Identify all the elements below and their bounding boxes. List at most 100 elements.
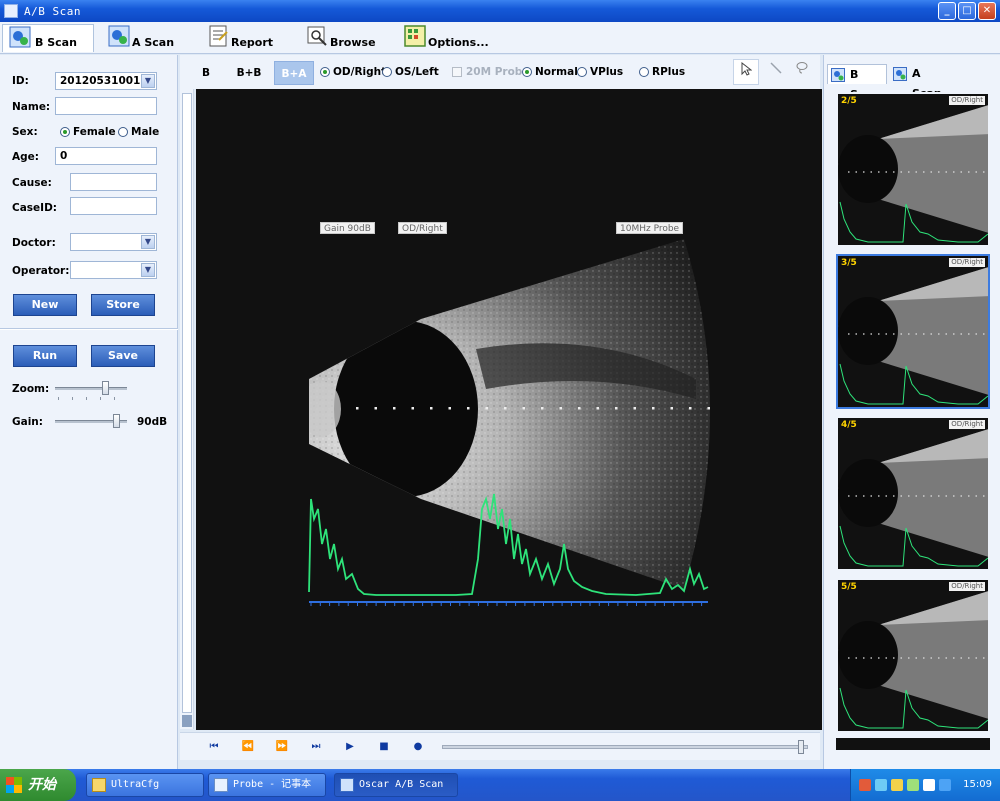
- chevron-down-icon[interactable]: ▼: [141, 263, 155, 277]
- os-left-radio[interactable]: [382, 67, 392, 77]
- sex-female-label: Female: [73, 126, 116, 138]
- play-button[interactable]: ▶: [340, 738, 360, 756]
- playback-bar: ⏮ ⏪ ⏩ ⏭ ▶ ■ ●: [180, 732, 820, 760]
- age-field[interactable]: 0: [55, 147, 157, 165]
- side-tab-a-scan[interactable]: A Scan: [890, 64, 952, 100]
- thumbnail-frame[interactable]: 5/5 OD/Right: [836, 578, 990, 733]
- operator-combo[interactable]: ▼: [70, 261, 157, 279]
- previous-frame-button[interactable]: ⏪: [238, 738, 258, 756]
- scroll-down-button[interactable]: [182, 715, 192, 727]
- tab-a-scan-label: A Scan: [132, 36, 175, 49]
- taskbar-item-ab-scan[interactable]: Oscar A/B Scan: [334, 773, 458, 797]
- browse-icon: [307, 26, 327, 46]
- close-button[interactable]: ✕: [978, 2, 996, 20]
- tray-volume-icon[interactable]: [891, 779, 903, 791]
- thumbnail-image: [838, 105, 988, 243]
- thumbnail-frame[interactable]: 4/5 OD/Right: [836, 416, 990, 571]
- report-button[interactable]: Report: [207, 24, 277, 52]
- probe-20m-checkbox[interactable]: [452, 67, 462, 77]
- name-field[interactable]: [55, 97, 157, 115]
- next-frame-button[interactable]: ⏩: [272, 738, 292, 756]
- name-label: Name:: [12, 101, 51, 113]
- last-frame-button[interactable]: ⏭: [306, 738, 326, 756]
- thumbnail-image: [838, 591, 988, 729]
- gain-value: 90dB: [137, 416, 168, 428]
- scan-viewport[interactable]: Gain 90dB OD/Right 10MHz Probe: [196, 89, 822, 730]
- a-scan-icon: [108, 25, 130, 47]
- taskbar-item-notepad[interactable]: Probe - 记事本: [208, 773, 326, 797]
- mode-b-button[interactable]: B: [194, 61, 218, 85]
- vplus-radio[interactable]: [577, 67, 587, 77]
- side-tab-b-scan[interactable]: B Scan: [827, 64, 887, 101]
- tab-a-scan[interactable]: A Scan: [108, 24, 184, 52]
- pointer-tool-button[interactable]: [733, 59, 759, 85]
- tray-update-icon[interactable]: [939, 779, 951, 791]
- save-button[interactable]: Save: [91, 345, 155, 367]
- thumbnail-image: [838, 429, 988, 567]
- record-button[interactable]: ●: [408, 738, 428, 756]
- first-frame-button[interactable]: ⏮: [204, 738, 224, 756]
- tray-info-icon[interactable]: [923, 779, 935, 791]
- options-icon: [404, 25, 426, 47]
- id-value: 20120531001: [60, 75, 141, 87]
- tray-app-icon[interactable]: [907, 779, 919, 791]
- maximize-button[interactable]: □: [958, 2, 976, 20]
- stop-button[interactable]: ■: [374, 738, 394, 756]
- mode-ba-button[interactable]: B+A: [274, 61, 314, 85]
- tab-b-scan[interactable]: B Scan: [2, 24, 94, 52]
- taskbar-item-label: Oscar A/B Scan: [359, 779, 444, 790]
- od-right-radio[interactable]: [320, 67, 330, 77]
- thumbnail-frame[interactable]: 2/5 OD/Right: [836, 92, 990, 247]
- doctor-combo[interactable]: ▼: [70, 233, 157, 251]
- thumbnail-eye-tag: OD/Right: [949, 258, 985, 267]
- report-icon: [209, 25, 228, 47]
- mode-bb-button[interactable]: B+B: [232, 61, 266, 85]
- probe-tag: 10MHz Probe: [616, 222, 684, 234]
- new-button[interactable]: New: [13, 294, 77, 316]
- app-window: A/B Scan _ □ ✕ B Scan A Scan Report Brow…: [0, 0, 1000, 801]
- lasso-tool-button[interactable]: [789, 59, 815, 85]
- thumbnail-panel: B Scan A Scan 2/5 OD/Right 3/5 OD/Right 4/5 O…: [823, 55, 1000, 769]
- options-button[interactable]: Options...: [404, 24, 489, 52]
- chevron-down-icon[interactable]: ▼: [141, 74, 155, 88]
- panel-divider: [0, 328, 178, 330]
- scan-fan: [309, 239, 710, 589]
- minimize-button[interactable]: _: [938, 2, 956, 20]
- thumbnail-eye-tag: OD/Right: [949, 96, 985, 105]
- thumbnail-frame[interactable]: 3/5 OD/Right: [836, 254, 990, 409]
- viewport-scrollbar-thumb[interactable]: [182, 93, 192, 713]
- clock: 15:09: [963, 779, 992, 790]
- browse-button[interactable]: Browse: [306, 24, 378, 52]
- taskbar-item-ultracfg[interactable]: UltraCfg: [86, 773, 204, 797]
- chevron-down-icon[interactable]: ▼: [141, 235, 155, 249]
- thumbnail-index: 2/5: [841, 96, 857, 106]
- zoom-slider-track[interactable]: [55, 387, 127, 390]
- cause-label: Cause:: [12, 177, 52, 189]
- viewport-scrollbar[interactable]: [180, 89, 194, 729]
- sex-female-radio[interactable]: [60, 127, 70, 137]
- windows-logo-icon: [6, 777, 22, 793]
- line-tool-button[interactable]: [763, 59, 789, 85]
- start-label: 开始: [28, 777, 56, 793]
- notepad-icon: [214, 778, 228, 792]
- cause-field[interactable]: [70, 173, 157, 191]
- patient-panel: ID: 20120531001 ▼ Name: Sex: Female Male…: [0, 55, 178, 769]
- store-button[interactable]: Store: [91, 294, 155, 316]
- caseid-field[interactable]: [70, 197, 157, 215]
- options-label: Options...: [428, 36, 489, 49]
- sex-male-radio[interactable]: [118, 127, 128, 137]
- report-label: Report: [231, 36, 274, 49]
- tray-network-icon[interactable]: [875, 779, 887, 791]
- probe-20m-label: 20M Prob: [466, 66, 523, 78]
- start-button[interactable]: 开始: [0, 769, 76, 801]
- playback-slider-track[interactable]: [442, 745, 808, 749]
- rplus-radio[interactable]: [639, 67, 649, 77]
- normal-label: Normal: [535, 66, 578, 78]
- tray-security-icon[interactable]: [859, 779, 871, 791]
- zoom-slider-thumb[interactable]: [102, 381, 110, 395]
- playback-slider-thumb[interactable]: [797, 740, 804, 754]
- normal-radio[interactable]: [522, 67, 532, 77]
- run-button[interactable]: Run: [13, 345, 77, 367]
- gain-slider-thumb[interactable]: [113, 414, 121, 428]
- id-combo[interactable]: 20120531001 ▼: [55, 72, 157, 90]
